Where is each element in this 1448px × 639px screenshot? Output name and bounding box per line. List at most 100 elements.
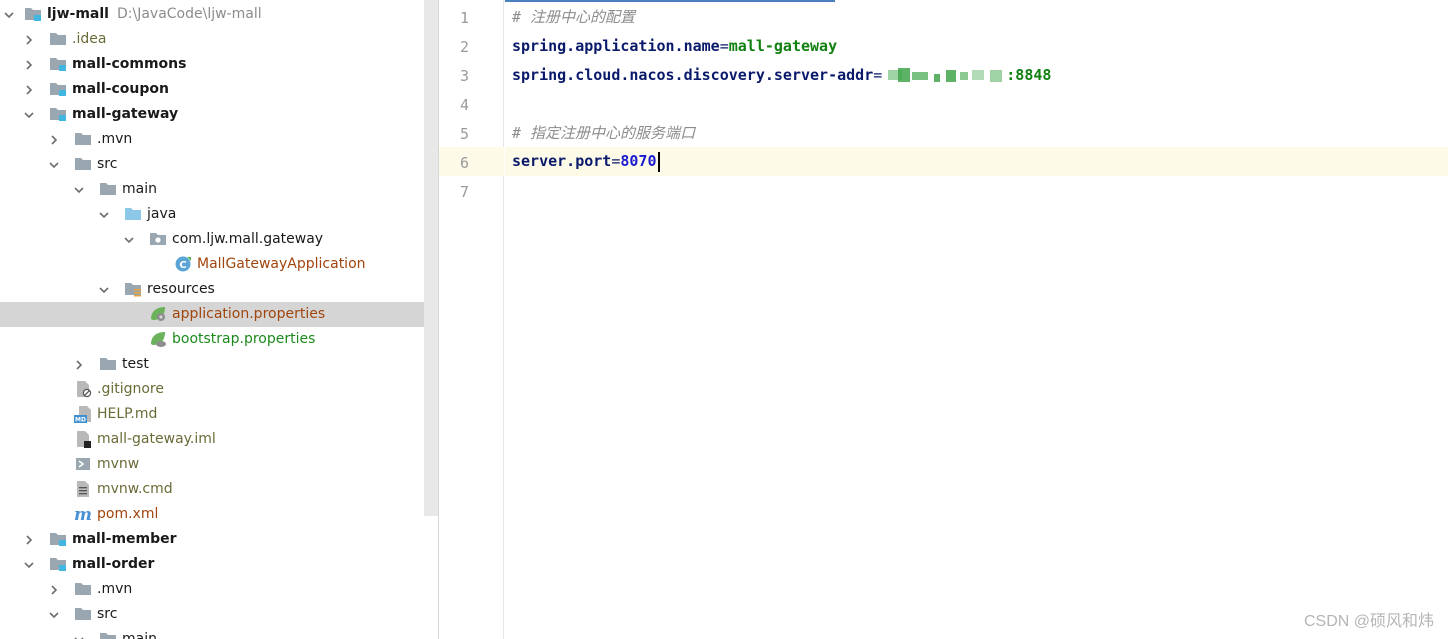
chevron-down-icon[interactable] (74, 185, 84, 195)
tree-item-label: mall-member (72, 531, 177, 547)
chevron-down-icon[interactable] (99, 285, 109, 295)
tree-item-order-main[interactable]: main (0, 627, 438, 639)
chevron-down-icon[interactable] (99, 210, 109, 220)
folder-icon (99, 355, 117, 373)
tree-item-java[interactable]: java (0, 202, 438, 227)
tree-item-test[interactable]: test (0, 352, 438, 377)
chevron-right-icon[interactable] (24, 60, 34, 70)
code-line-7[interactable] (505, 177, 1448, 206)
chevron-down-icon[interactable] (49, 160, 59, 170)
tree-item-gitignore[interactable]: .gitignore (0, 377, 438, 402)
tree-item-label: .mvn (97, 581, 133, 597)
tree-item-help-md[interactable]: MD HELP.md (0, 402, 438, 427)
svg-text:MD: MD (75, 417, 86, 424)
root-path: D:\JavaCode\ljw-mall (116, 6, 262, 22)
maven-icon: m (74, 505, 92, 523)
module-folder-icon (49, 530, 67, 548)
tree-item-order-mvn[interactable]: .mvn (0, 577, 438, 602)
package-icon (149, 230, 167, 248)
markdown-file-icon: MD (74, 405, 92, 423)
tree-item-mvnw[interactable]: mvnw (0, 452, 438, 477)
tree-item-label: java (147, 206, 177, 222)
chevron-down-icon[interactable] (24, 560, 34, 570)
folder-icon (99, 630, 117, 639)
tree-item-package[interactable]: com.ljw.mall.gateway (0, 227, 438, 252)
tree-item-mall-gateway[interactable]: mall-gateway (0, 102, 438, 127)
tree-item-label: mall-gateway.iml (97, 431, 216, 447)
tree-item-resources[interactable]: resources (0, 277, 438, 302)
tree-item-label: mall-gateway (72, 106, 179, 122)
svg-text:m: m (74, 505, 92, 523)
chevron-right-icon[interactable] (24, 535, 34, 545)
tree-item-mall-order[interactable]: mall-order (0, 552, 438, 577)
tree-item-application-properties[interactable]: application.properties (0, 302, 438, 327)
ignore-file-icon (74, 380, 92, 398)
tree-item-order-src[interactable]: src (0, 602, 438, 627)
tree-item-mvnw-cmd[interactable]: mvnw.cmd (0, 477, 438, 502)
tree-item-mall-gateway-application[interactable]: C MallGatewayApplication (0, 252, 438, 277)
chevron-down-icon[interactable] (24, 110, 34, 120)
tree-item-label: mvnw.cmd (97, 481, 173, 497)
tree-item-mall-member[interactable]: mall-member (0, 527, 438, 552)
line-number: 5 (459, 125, 469, 143)
chevron-down-icon[interactable] (49, 610, 59, 620)
tree-item-label: pom.xml (97, 506, 159, 522)
code-line-1[interactable]: # 注册中心的配置 (505, 3, 1448, 32)
chevron-down-icon[interactable] (4, 10, 14, 20)
property-value: 8070 (620, 152, 657, 170)
chevron-right-icon[interactable] (24, 35, 34, 45)
line-number: 3 (459, 67, 469, 85)
tree-item-label: mall-coupon (72, 81, 169, 97)
equals-sign: = (719, 37, 729, 55)
code-line-6[interactable]: server.port=8070 (505, 147, 1448, 176)
tree-item-pom-xml[interactable]: m pom.xml (0, 502, 438, 527)
chevron-right-icon[interactable] (74, 360, 84, 370)
tree-item-label: MallGatewayApplication (197, 256, 366, 272)
line-number-gutter: 1 2 3 4 5 6 7 (438, 0, 504, 639)
chevron-right-icon[interactable] (49, 585, 59, 595)
property-key: spring.application.name (512, 37, 720, 55)
project-tree-panel: ljw-mall D:\JavaCode\ljw-mall .idea mall-… (0, 0, 438, 639)
line-number: 1 (459, 9, 469, 27)
iml-file-icon (74, 430, 92, 448)
chevron-right-icon[interactable] (24, 85, 34, 95)
line-number: 4 (459, 96, 469, 114)
comment-text: # 注册中心的配置 (512, 8, 636, 26)
tree-item-label: HELP.md (97, 406, 158, 422)
folder-icon (74, 605, 92, 623)
tree-item-label: .mvn (97, 131, 133, 147)
code-line-4[interactable] (505, 90, 1448, 119)
property-value: mall-gateway (728, 37, 838, 55)
chevron-down-icon[interactable] (124, 235, 134, 245)
code-line-3[interactable]: spring.cloud.nacos.discovery.server-addr… (505, 61, 1448, 90)
folder-icon (74, 155, 92, 173)
tree-item-label: main (122, 181, 157, 197)
tree-item-label: src (97, 156, 118, 172)
tree-item-bootstrap-properties[interactable]: bootstrap.properties (0, 327, 438, 352)
tree-item-mall-coupon[interactable]: mall-coupon (0, 77, 438, 102)
module-folder-icon (49, 55, 67, 73)
tree-item-mall-gateway-iml[interactable]: mall-gateway.iml (0, 427, 438, 452)
tree-item-ljw-mall[interactable]: ljw-mall D:\JavaCode\ljw-mall (0, 2, 438, 27)
chevron-right-icon[interactable] (49, 135, 59, 145)
chevron-down-icon[interactable] (74, 635, 84, 639)
tree-scrollbar[interactable] (424, 0, 438, 516)
tree-item-label: test (122, 356, 149, 372)
folder-icon (49, 30, 67, 48)
property-key: spring.cloud.nacos.discovery.server-addr (512, 66, 874, 84)
tree-item-label: application.properties (172, 306, 326, 322)
tree-item-label: resources (147, 281, 215, 297)
tree-item-idea[interactable]: .idea (0, 27, 438, 52)
tree-item-mall-commons[interactable]: mall-commons (0, 52, 438, 77)
tree-item-label: main (122, 631, 157, 639)
property-value-port: :8848 (1006, 66, 1052, 84)
module-folder-icon (49, 105, 67, 123)
code-line-2[interactable]: spring.application.name=mall-gateway (505, 32, 1448, 61)
code-editor[interactable]: # 注册中心的配置 spring.application.name=mall-g… (505, 0, 1448, 639)
tree-item-mvn[interactable]: .mvn (0, 127, 438, 152)
tree-item-src[interactable]: src (0, 152, 438, 177)
line-number: 2 (459, 38, 469, 56)
code-line-5[interactable]: # 指定注册中心的服务端口 (505, 119, 1448, 148)
shell-script-icon (74, 455, 92, 473)
tree-item-main[interactable]: main (0, 177, 438, 202)
